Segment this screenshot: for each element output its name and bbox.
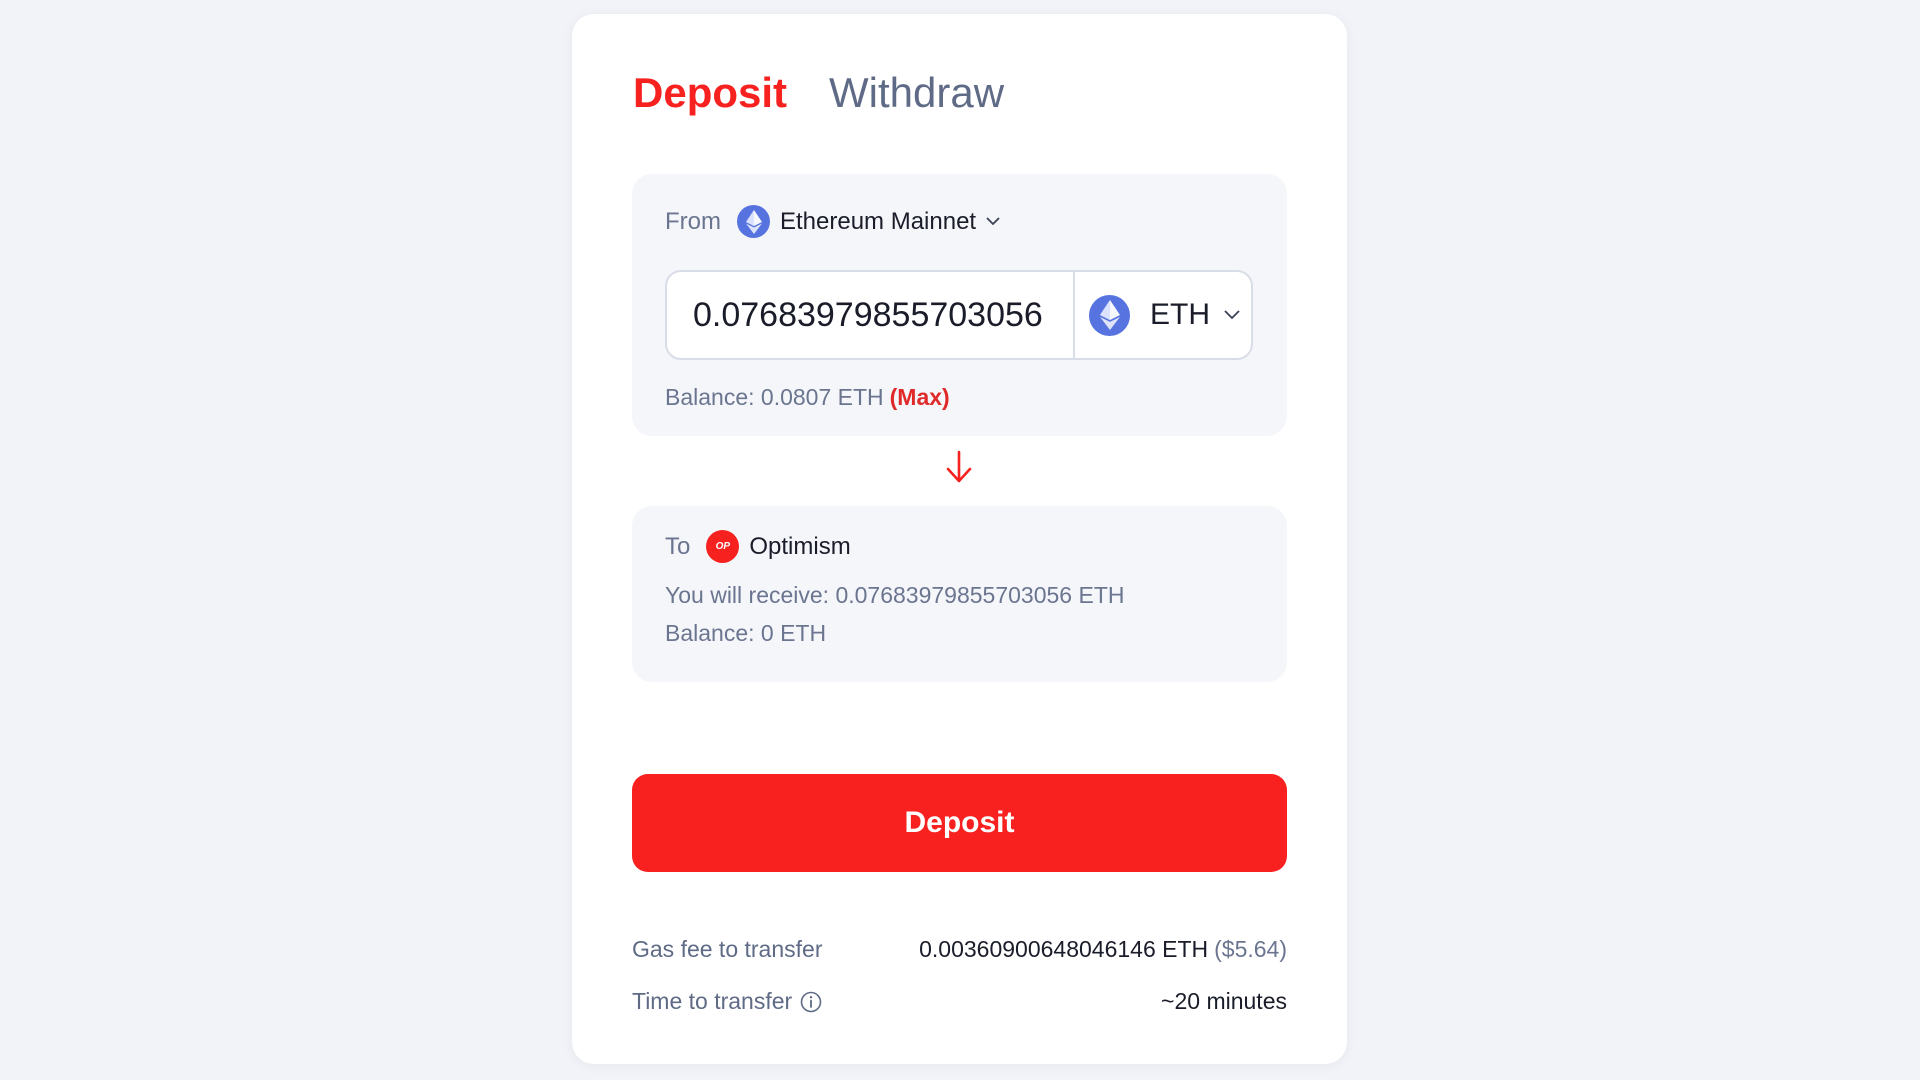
from-label: From <box>665 207 721 235</box>
info-icon[interactable] <box>800 991 822 1013</box>
to-network-name: Optimism <box>749 532 851 560</box>
ethereum-icon <box>737 205 770 238</box>
from-balance-line: Balance: 0.0807 ETH (Max) <box>665 384 950 411</box>
gas-fee-row: Gas fee to transfer 0.00360900648046146 … <box>632 936 1287 963</box>
from-panel: From Ethereum Mainnet 0.0768397985570305… <box>632 174 1287 436</box>
max-button[interactable]: (Max) <box>890 384 950 410</box>
tab-withdraw[interactable]: Withdraw <box>829 72 1004 114</box>
ethereum-icon <box>1089 294 1130 336</box>
arrow-down-icon <box>944 450 974 484</box>
to-label: To <box>665 532 691 560</box>
from-network-row: From Ethereum Mainnet <box>665 205 1000 238</box>
time-label: Time to transfer <box>632 988 793 1014</box>
from-network-selector[interactable]: Ethereum Mainnet <box>780 208 976 236</box>
amount-input[interactable] <box>667 272 1075 358</box>
deposit-button[interactable]: Deposit <box>632 774 1287 872</box>
gas-fee-usd: ($5.64) <box>1214 936 1287 962</box>
bridge-card: Deposit Withdraw From Ethereum Mainnet 0… <box>572 14 1347 1064</box>
amount-box: ETH <box>665 270 1253 360</box>
gas-fee-value-group: 0.00360900648046146 ETH ($5.64) <box>919 936 1287 963</box>
time-label-group: Time to transfer <box>632 988 822 1015</box>
optimism-icon: OP <box>706 530 740 563</box>
gas-fee-label: Gas fee to transfer <box>632 936 823 962</box>
from-balance: Balance: 0.0807 ETH <box>665 384 884 410</box>
to-panel: To OP Optimism You will receive: 0.07683… <box>632 506 1287 682</box>
chevron-down-icon <box>1224 310 1240 320</box>
gas-fee-value: 0.00360900648046146 ETH <box>919 936 1209 962</box>
tab-bar: Deposit Withdraw <box>633 72 1004 114</box>
token-selector[interactable]: ETH <box>1075 272 1251 358</box>
time-value: ~20 minutes <box>1161 988 1287 1014</box>
chevron-down-icon[interactable] <box>986 217 1000 226</box>
to-network-row: To OP Optimism <box>665 530 851 563</box>
token-symbol: ETH <box>1150 298 1210 331</box>
to-receive: You will receive: 0.07683979855703056 ET… <box>665 582 1125 608</box>
time-row: Time to transfer ~20 minutes <box>632 988 1287 1015</box>
tab-deposit[interactable]: Deposit <box>633 72 787 114</box>
to-balance: Balance: 0 ETH <box>665 620 827 646</box>
